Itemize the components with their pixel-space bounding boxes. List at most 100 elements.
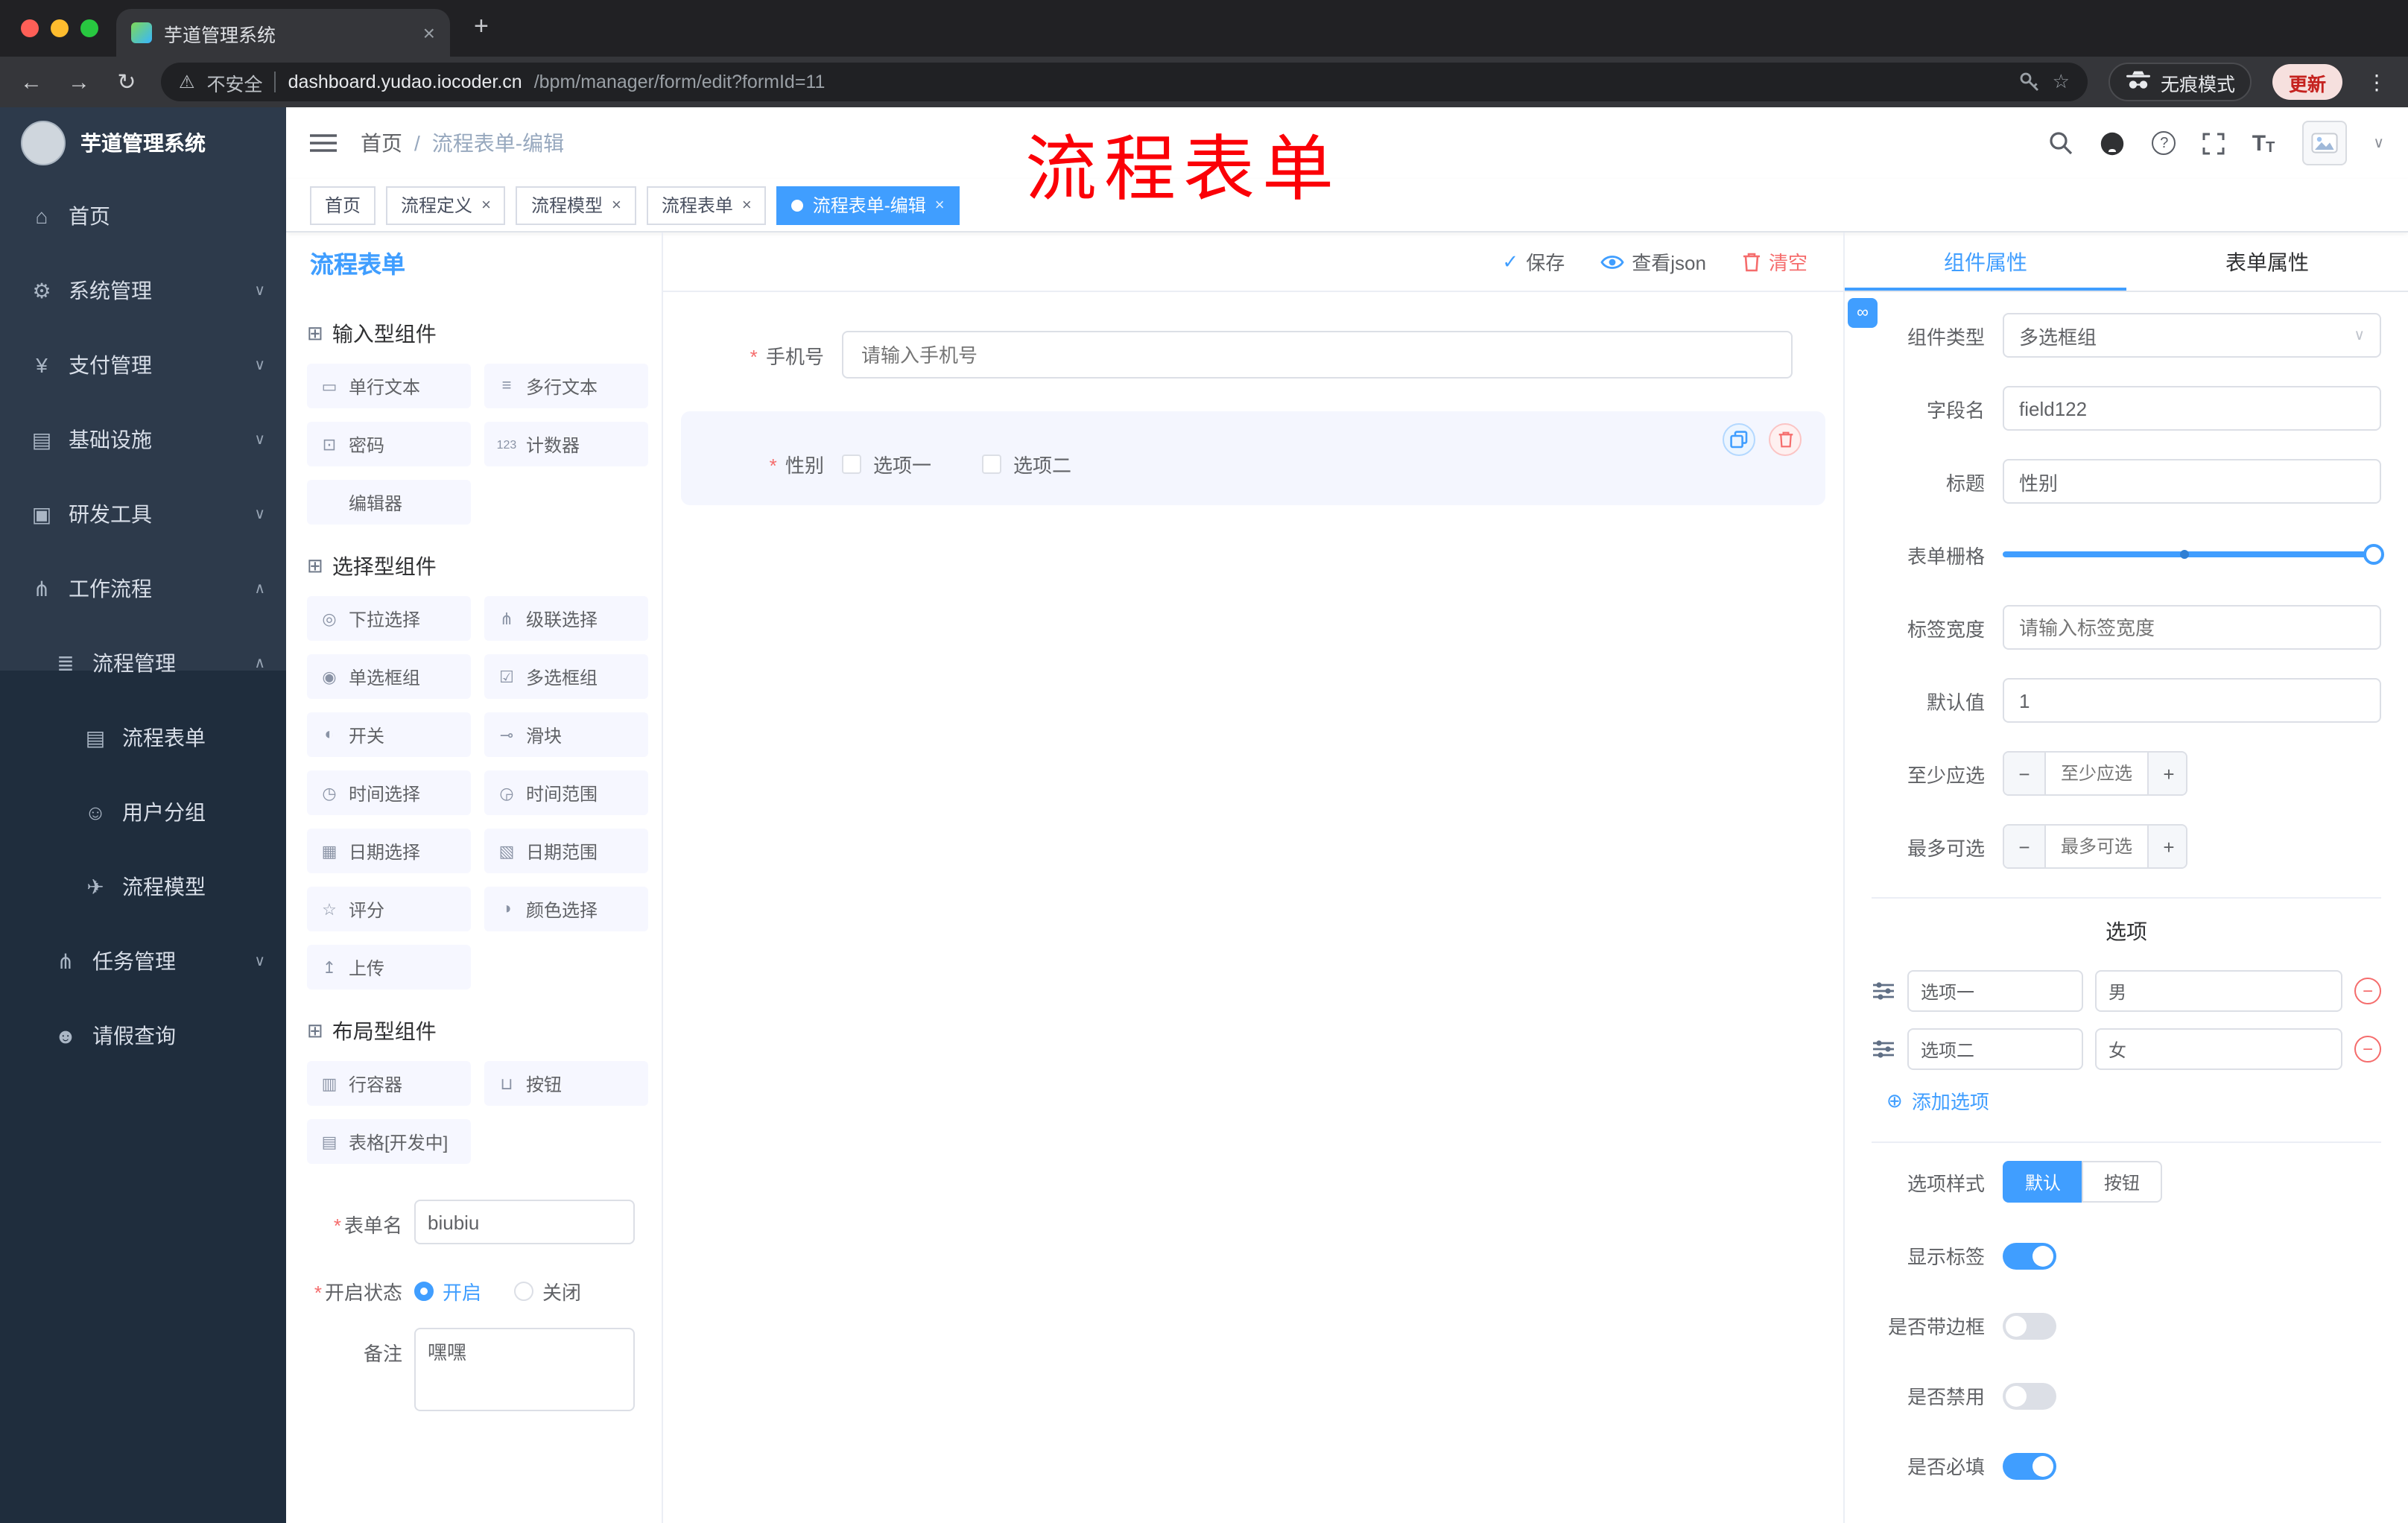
browser-menu-icon[interactable]: ⋮ (2363, 69, 2390, 95)
drag-handle-icon[interactable] (1872, 1037, 1895, 1061)
component-table-wip[interactable]: ▤ 表格[开发中] (307, 1119, 471, 1164)
slider-handle[interactable] (2363, 544, 2384, 565)
user-avatar[interactable] (2301, 121, 2347, 165)
window-minimize-button[interactable] (51, 19, 69, 37)
sidebar-item-payment-management[interactable]: ¥ 支付管理 ∨ (0, 328, 286, 402)
form-name-input[interactable] (414, 1200, 635, 1244)
bookmark-star-icon[interactable]: ☆ (2053, 70, 2070, 94)
component-date-picker[interactable]: ▦ 日期选择 (307, 829, 471, 873)
component-color-picker[interactable]: ◑ 颜色选择 (484, 887, 648, 931)
label-width-input[interactable] (2003, 605, 2381, 650)
phone-input[interactable] (842, 331, 1793, 379)
component-password[interactable]: ⊡ 密码 (307, 422, 471, 466)
new-tab-button[interactable]: + (474, 12, 489, 42)
form-item-gender-selected[interactable]: * 性别 选项一 选项二 (681, 411, 1825, 505)
component-button[interactable]: ⊔ 按钮 (484, 1061, 648, 1106)
component-counter[interactable]: 123 计数器 (484, 422, 648, 466)
github-icon[interactable] (2100, 130, 2126, 156)
remove-option-button[interactable]: − (2354, 978, 2381, 1004)
plus-button[interactable]: + (2147, 753, 2186, 794)
radio-status-off[interactable]: 关闭 (514, 1277, 581, 1305)
sidebar-item-dev-tools[interactable]: ▣ 研发工具 ∨ (0, 477, 286, 551)
checkbox-option-1[interactable]: 选项一 (842, 450, 931, 478)
style-button-button[interactable]: 按钮 (2082, 1161, 2163, 1203)
component-multi-line-text[interactable]: ≡ 多行文本 (484, 364, 648, 408)
address-bar[interactable]: ⚠ 不安全 dashboard.yudao.iocoder.cn/bpm/man… (161, 63, 2088, 101)
remove-option-button[interactable]: − (2354, 1036, 2381, 1063)
tag-process-model[interactable]: 流程模型 × (516, 186, 636, 224)
browser-tab[interactable]: 芋道管理系统 × (116, 9, 450, 57)
component-type-select[interactable]: 多选框组 ∨ (2003, 313, 2381, 358)
component-time-picker[interactable]: ◷ 时间选择 (307, 770, 471, 815)
password-key-icon[interactable] (2020, 72, 2041, 92)
help-icon[interactable]: ? (2152, 131, 2176, 155)
tab-component-properties[interactable]: 组件属性 (1845, 232, 2126, 291)
sidebar-item-infrastructure[interactable]: ▤ 基础设施 ∨ (0, 402, 286, 477)
delete-item-button[interactable] (1769, 423, 1802, 456)
option-label-input[interactable] (1907, 970, 2083, 1012)
link-badge-icon[interactable]: ∞ (1848, 298, 1878, 328)
component-row-container[interactable]: ▥ 行容器 (307, 1061, 471, 1106)
component-rate[interactable]: ☆ 评分 (307, 887, 471, 931)
sidebar-item-home[interactable]: ⌂ 首页 (0, 179, 286, 253)
component-single-line-text[interactable]: ▭ 单行文本 (307, 364, 471, 408)
avatar-caret-icon[interactable]: ∨ (2373, 135, 2384, 151)
min-select-input[interactable] (2046, 753, 2147, 794)
component-date-range[interactable]: ▧ 日期范围 (484, 829, 648, 873)
sidebar-item-workflow[interactable]: ⋔ 工作流程 ∧ (0, 551, 286, 626)
checkbox-option-2[interactable]: 选项二 (982, 450, 1071, 478)
tag-process-definition[interactable]: 流程定义 × (386, 186, 506, 224)
option-value-input[interactable] (2095, 970, 2342, 1012)
sidebar-item-process-model[interactable]: ✈ 流程模型 (0, 849, 286, 924)
checkbox-icon[interactable] (842, 455, 861, 474)
component-switch[interactable]: ◐ 开关 (307, 712, 471, 757)
tag-close-icon[interactable]: × (481, 196, 491, 214)
back-icon[interactable]: ← (18, 69, 45, 95)
view-json-button[interactable]: 查看json (1600, 247, 1706, 276)
field-name-input[interactable] (2003, 386, 2381, 431)
component-dropdown-select[interactable]: ◎ 下拉选择 (307, 596, 471, 641)
fullscreen-icon[interactable] (2203, 132, 2225, 154)
window-close-button[interactable] (21, 19, 39, 37)
component-upload[interactable]: ↥ 上传 (307, 945, 471, 990)
tag-process-form[interactable]: 流程表单 × (646, 186, 767, 224)
breadcrumb-home[interactable]: 首页 (361, 128, 402, 158)
default-value-input[interactable] (2003, 678, 2381, 723)
reload-icon[interactable]: ↻ (113, 69, 140, 95)
sidebar-logo[interactable]: 芋道管理系统 (0, 107, 286, 179)
sidebar-item-process-form[interactable]: ▤ 流程表单 (0, 700, 286, 775)
grid-slider[interactable] (2003, 532, 2384, 577)
minus-button[interactable]: − (2004, 753, 2046, 794)
component-time-range[interactable]: ◶ 时间范围 (484, 770, 648, 815)
tag-close-icon[interactable]: × (935, 196, 945, 214)
tag-home[interactable]: 首页 (310, 186, 376, 224)
clear-button[interactable]: 清空 (1742, 247, 1807, 276)
copy-item-button[interactable] (1723, 423, 1755, 456)
font-size-icon[interactable]: TT (2252, 130, 2275, 156)
save-button[interactable]: ✓ 保存 (1502, 247, 1565, 276)
plus-button[interactable]: + (2147, 826, 2186, 867)
component-editor[interactable]: 编辑器 (307, 480, 471, 525)
form-item-phone[interactable]: * 手机号 (681, 313, 1825, 396)
sidebar-collapse-icon[interactable] (310, 133, 337, 153)
browser-update-button[interactable]: 更新 (2272, 64, 2342, 100)
drag-handle-icon[interactable] (1872, 979, 1895, 1003)
add-option-button[interactable]: ⊕ 添加选项 (1872, 1086, 2381, 1115)
minus-button[interactable]: − (2004, 826, 2046, 867)
component-cascader[interactable]: ⋔ 级联选择 (484, 596, 648, 641)
component-checkbox-group[interactable]: ☑ 多选框组 (484, 654, 648, 699)
show-label-toggle[interactable] (2003, 1242, 2056, 1269)
tag-close-icon[interactable]: × (612, 196, 621, 214)
radio-status-on[interactable]: 开启 (414, 1277, 481, 1305)
sidebar-item-leave-query[interactable]: ☻ 请假查询 (0, 998, 286, 1073)
component-radio-group[interactable]: ◉ 单选框组 (307, 654, 471, 699)
option-value-input[interactable] (2095, 1028, 2342, 1070)
window-zoom-button[interactable] (80, 19, 98, 37)
style-default-button[interactable]: 默认 (2003, 1161, 2084, 1203)
sidebar-item-system-management[interactable]: ⚙ 系统管理 ∨ (0, 253, 286, 328)
form-remark-textarea[interactable]: 嘿嘿 (414, 1328, 635, 1411)
tag-process-form-edit[interactable]: 流程表单-编辑 × (776, 186, 960, 224)
sidebar-item-task-management[interactable]: ⋔ 任务管理 ∨ (0, 924, 286, 998)
sidebar-item-process-management[interactable]: ≣ 流程管理 ∧ (0, 626, 286, 700)
tag-close-icon[interactable]: × (742, 196, 752, 214)
